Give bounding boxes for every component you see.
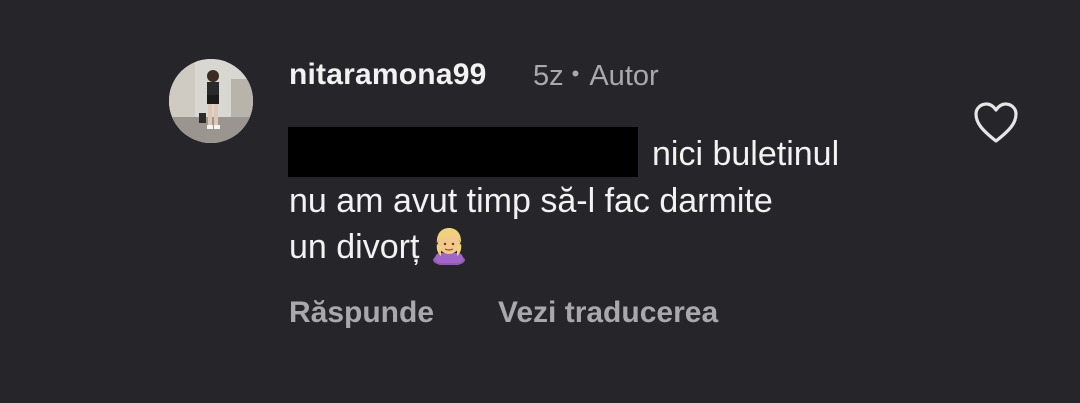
- comment-text-line-2: nu am avut timp să-l fac darmite: [289, 182, 773, 220]
- comment-text-line-3: un divorț: [289, 228, 420, 266]
- comment-text-line-1: nici buletinul: [652, 135, 840, 173]
- author-badge: Autor: [589, 60, 659, 92]
- comment-meta: 5z • Autor: [533, 60, 659, 93]
- comment-time: 5z: [533, 60, 564, 92]
- see-translation-button[interactable]: Vezi traducerea: [498, 296, 718, 330]
- comment-username[interactable]: nitaramona99: [289, 58, 486, 92]
- avatar[interactable]: [169, 59, 253, 143]
- redacted-text-block: [288, 127, 638, 177]
- heart-icon[interactable]: [972, 100, 1020, 146]
- reply-button[interactable]: Răspunde: [289, 296, 434, 330]
- comment-text-line-3-wrapper: un divorț: [289, 227, 469, 269]
- meta-separator: •: [571, 61, 580, 86]
- woman-shrugging-emoji-icon: [429, 225, 469, 267]
